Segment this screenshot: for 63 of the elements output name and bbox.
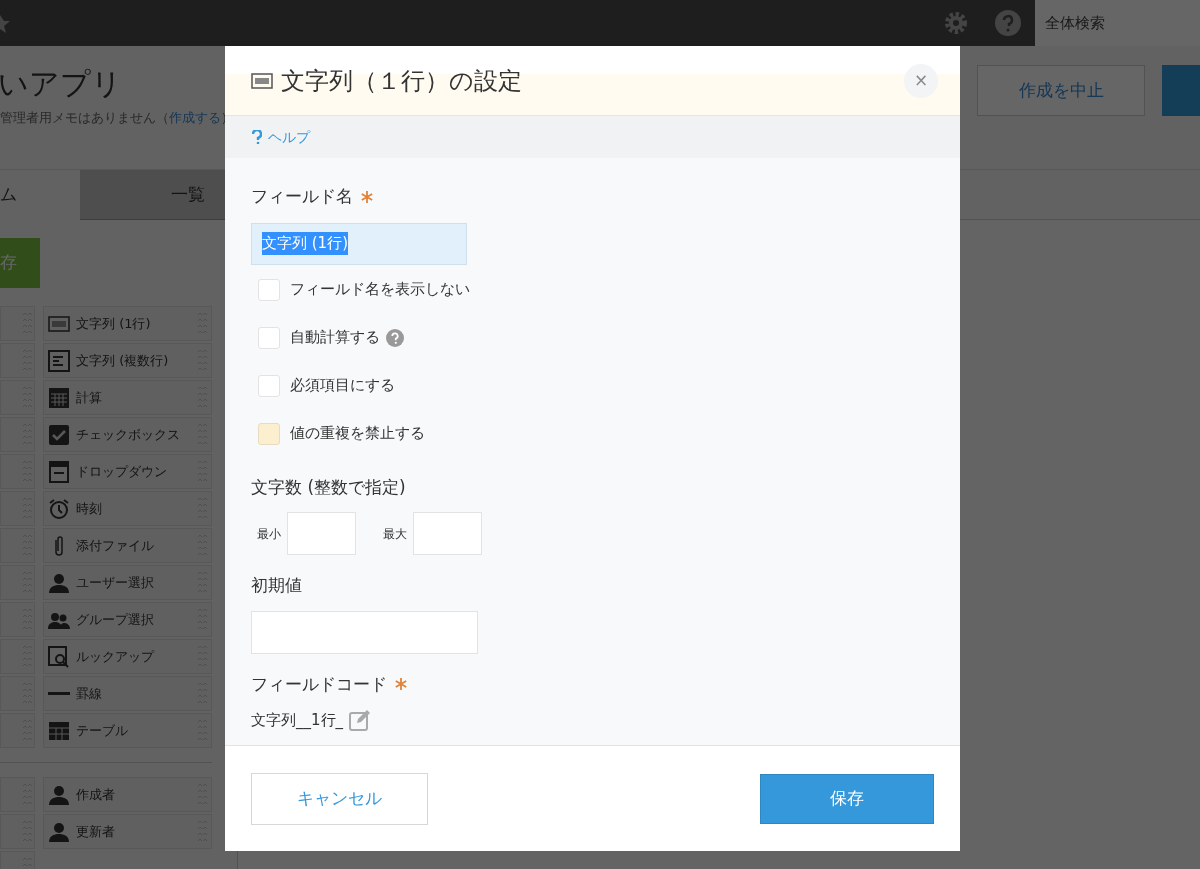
palette-item[interactable]: テーブル <box>43 713 212 748</box>
palette-item[interactable]: グループ選択 <box>43 602 212 637</box>
option-label: 必須項目にする <box>290 375 395 397</box>
search-field[interactable]: 全体検索 <box>1035 0 1200 46</box>
text-lines-icon <box>48 349 70 372</box>
alarm-clock-icon <box>48 497 70 520</box>
palette-item[interactable]: ルックアップ <box>43 639 212 674</box>
save-button[interactable]: 保存 <box>760 773 934 824</box>
checkbox[interactable] <box>258 326 280 349</box>
palette-item[interactable]: 更新者 <box>43 814 212 849</box>
close-button[interactable]: × <box>904 63 938 98</box>
default-value-field[interactable] <box>251 610 478 654</box>
palette-item[interactable]: チェックボックス <box>43 417 212 452</box>
name-field[interactable]: 文字列 (1行) <box>251 222 467 265</box>
abc-icon <box>251 72 273 89</box>
option-label: 値の重複を禁止する <box>290 423 425 445</box>
palette-item[interactable]: 作成者 <box>43 777 212 812</box>
palette-item[interactable]: 時刻 <box>43 491 212 526</box>
help-icon <box>252 130 262 144</box>
help-link[interactable]: ヘルプ <box>252 126 310 148</box>
field-label: 最大 <box>383 525 407 543</box>
tab[interactable]: 一覧 <box>80 170 225 220</box>
checkbox[interactable] <box>258 278 280 301</box>
palette-item[interactable]: 文字列 (複数行) <box>43 343 212 378</box>
help-icon <box>995 10 1021 36</box>
save-button[interactable]: 存 <box>0 238 40 288</box>
palette-item[interactable]: 添付ファイル <box>43 528 212 563</box>
app-title: いアプリ <box>0 65 122 103</box>
palette-item[interactable]: 罫線 <box>43 676 212 711</box>
cancel-button[interactable]: キャンセル <box>251 772 428 825</box>
checkbox[interactable] <box>258 422 280 445</box>
horizontal-line-icon <box>48 692 70 695</box>
option-label: フィールド名を表示しない <box>290 279 470 301</box>
min-length-field[interactable] <box>287 512 356 555</box>
field-label: フィールド名 <box>251 185 353 208</box>
palette-item[interactable]: ドロップダウン <box>43 454 212 489</box>
option-label: 自動計算する <box>290 327 380 349</box>
create-memo-link[interactable]: 作成する <box>169 110 221 125</box>
edit-icon <box>349 709 372 732</box>
user-icon <box>48 571 70 594</box>
dialog-title: 文字列（１行）の設定 <box>281 65 523 97</box>
max-length-field[interactable] <box>413 512 482 555</box>
dropdown-icon <box>48 460 70 483</box>
field-label: フィールドコード <box>251 672 387 696</box>
field-code: 文字列__1行_ <box>251 710 344 732</box>
table-icon <box>48 719 70 742</box>
checkbox[interactable] <box>258 374 280 397</box>
primary-button[interactable] <box>1162 65 1200 116</box>
field-label: 最小 <box>257 525 281 543</box>
field-label: 文字数 (整数で指定) <box>251 475 406 499</box>
palette-item[interactable]: 計算 <box>43 380 212 415</box>
lookup-icon <box>48 645 70 668</box>
cancel-create-button[interactable]: 作成を中止 <box>977 65 1145 116</box>
calculator-icon <box>48 386 70 409</box>
star-icon <box>0 13 10 33</box>
user-icon <box>48 820 70 843</box>
palette-item[interactable]: 文字列 (1行) <box>43 306 212 341</box>
checkbox-icon <box>48 423 70 446</box>
field-label: 初期値 <box>251 574 302 597</box>
settings-icon <box>943 10 969 36</box>
edit-button[interactable] <box>349 709 372 732</box>
palette-item[interactable]: ユーザー選択 <box>43 565 212 600</box>
user-icon <box>48 783 70 806</box>
